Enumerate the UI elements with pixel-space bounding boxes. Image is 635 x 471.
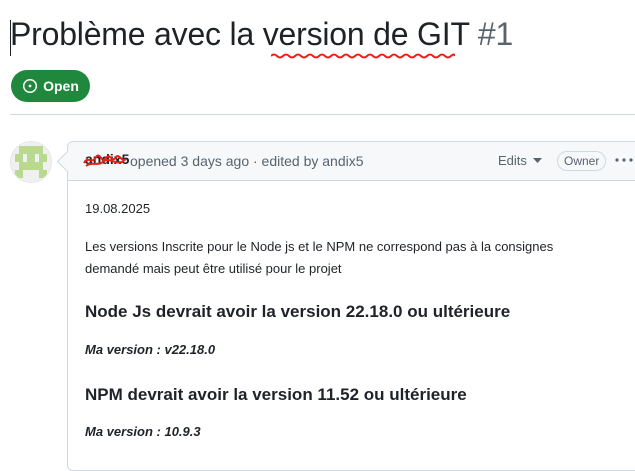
npm-version: Ma version : 10.9.3 bbox=[85, 424, 201, 439]
issue-title-text: Problème avec la version de GIT bbox=[10, 16, 470, 52]
comment-date: 19.08.2025 bbox=[85, 201, 151, 216]
avatar[interactable] bbox=[10, 141, 52, 183]
issue-comment: andix5 opened 3 days ago · edited by and… bbox=[56, 141, 635, 471]
issue-opened-icon bbox=[23, 78, 38, 94]
redaction-scribble bbox=[83, 154, 127, 167]
owner-badge: Owner bbox=[557, 151, 607, 171]
comment-meta: opened 3 days ago · edited by andix5 bbox=[130, 153, 364, 169]
issue-title: Problème avec la version de GIT #1 bbox=[10, 16, 513, 53]
node-version: Ma version : v22.18.0 bbox=[85, 342, 216, 357]
identicon bbox=[11, 142, 51, 182]
issue-state-label: Open bbox=[43, 78, 79, 94]
heading-node: Node Js devrait avoir la version 22.18.0… bbox=[85, 302, 511, 321]
edits-label: Edits bbox=[498, 153, 527, 168]
comment-header: andix5 opened 3 days ago · edited by and… bbox=[68, 142, 635, 181]
heading-npm: NPM devrait avoir la version 11.52 ou ul… bbox=[85, 385, 467, 404]
comment-paragraph: Les versions Inscrite pour le Node js et… bbox=[85, 239, 554, 276]
header-divider bbox=[10, 114, 635, 115]
edits-dropdown[interactable]: Edits bbox=[498, 153, 542, 168]
kebab-horizontal-icon[interactable] bbox=[614, 150, 634, 170]
issue-state-badge: Open bbox=[11, 70, 90, 102]
spellcheck-underline bbox=[271, 53, 455, 59]
issue-number: #1 bbox=[477, 16, 514, 52]
triangle-down-icon bbox=[532, 157, 542, 163]
